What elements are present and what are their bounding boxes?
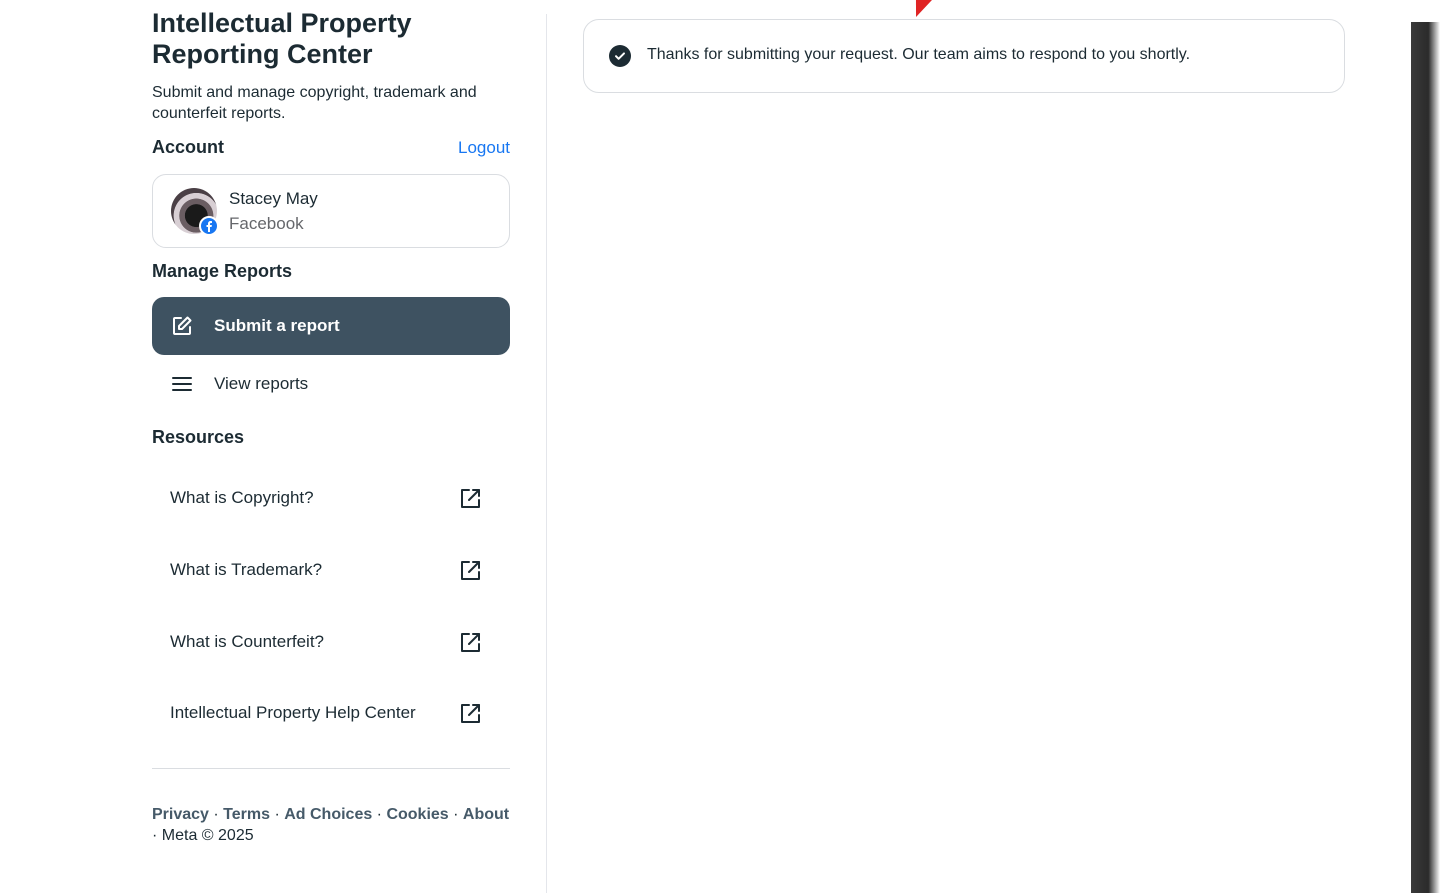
footer: Privacy · Terms · Ad Choices · Cookies ·… xyxy=(152,804,510,846)
nav-view-reports[interactable]: View reports xyxy=(152,355,510,413)
external-link-icon xyxy=(458,559,482,583)
resource-label: Intellectual Property Help Center xyxy=(170,703,416,722)
footer-separator: · xyxy=(372,806,387,823)
footer-link-about[interactable]: About xyxy=(463,806,509,823)
external-link-icon xyxy=(458,631,482,655)
footer-separator: · xyxy=(448,806,463,823)
footer-separator: · xyxy=(208,806,224,823)
resource-label: What is Copyright? xyxy=(170,488,314,507)
account-heading: Account xyxy=(152,137,224,157)
resource-label: What is Trademark? xyxy=(170,560,323,579)
nav-label: Submit a report xyxy=(214,316,340,335)
footer-separator: · xyxy=(270,806,285,823)
resource-link-copyright[interactable]: What is Copyright? xyxy=(152,471,510,527)
sidebar-vertical-divider xyxy=(546,14,547,893)
account-name: Stacey May xyxy=(229,189,318,208)
logout-link[interactable]: Logout xyxy=(458,138,510,158)
resources-heading: Resources xyxy=(152,427,245,447)
resource-link-counterfeit[interactable]: What is Counterfeit? xyxy=(152,615,510,671)
footer-link-terms[interactable]: Terms xyxy=(223,806,270,823)
nav-label: View reports xyxy=(214,374,309,393)
footer-link-ad-choices[interactable]: Ad Choices xyxy=(284,806,372,823)
account-card[interactable]: Stacey May Facebook xyxy=(152,174,510,248)
external-link-icon xyxy=(458,487,482,511)
page-title: Intellectual Property Reporting Center xyxy=(152,8,412,69)
footer-link-privacy[interactable]: Privacy xyxy=(152,806,209,823)
account-platform: Facebook xyxy=(229,214,304,233)
resource-label: What is Counterfeit? xyxy=(170,632,325,651)
edit-icon xyxy=(170,314,194,338)
nav-submit-report[interactable]: Submit a report xyxy=(152,297,510,355)
success-banner: Thanks for submitting your request. Our … xyxy=(583,19,1345,93)
resource-link-trademark[interactable]: What is Trademark? xyxy=(152,543,510,599)
footer-link-cookies[interactable]: Cookies xyxy=(386,806,448,823)
menu-icon xyxy=(170,372,194,396)
facebook-icon xyxy=(199,216,219,236)
external-link-icon xyxy=(458,702,482,726)
sidebar-divider xyxy=(152,768,510,769)
window-edge-shadow xyxy=(1411,22,1440,893)
resource-link-help-center[interactable]: Intellectual Property Help Center xyxy=(152,686,510,742)
sidebar: Intellectual Property Reporting Center S… xyxy=(152,0,510,893)
manage-reports-heading: Manage Reports xyxy=(152,261,293,281)
banner-message: Thanks for submitting your request. Our … xyxy=(647,46,1191,63)
red-cursor-mark xyxy=(908,0,932,17)
footer-copyright: · Meta © 2025 xyxy=(152,827,254,844)
page-subtitle: Submit and manage copyright, trademark a… xyxy=(152,84,477,122)
check-circle-icon xyxy=(609,45,631,67)
